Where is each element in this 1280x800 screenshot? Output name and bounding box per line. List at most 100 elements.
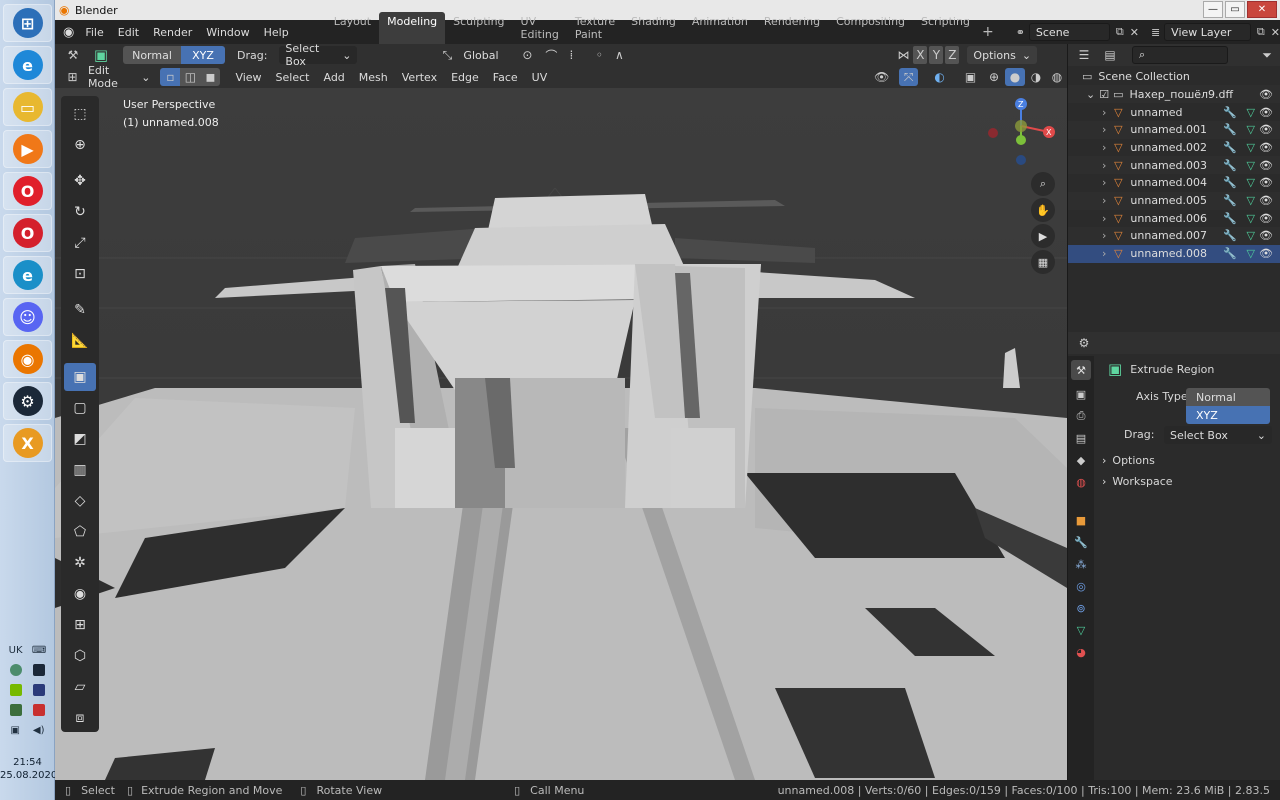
mesh-data-icon[interactable]: ▽ <box>1247 141 1255 154</box>
ortho-toggle-icon[interactable]: ▦ <box>1031 250 1055 274</box>
edge-select-icon[interactable]: ◫ <box>180 68 201 86</box>
app-tray-icon[interactable] <box>9 704 22 716</box>
loop-cut-icon[interactable]: ▥ <box>64 456 96 484</box>
mirror-axis-y[interactable]: Y <box>929 46 944 64</box>
taskbar-xampp[interactable]: X <box>3 424 52 462</box>
expand-icon[interactable]: › <box>1102 159 1106 172</box>
drag-dropdown[interactable]: Select Box ⌄ <box>279 42 358 68</box>
menu-edit[interactable]: Edit <box>111 26 146 39</box>
smooth-icon[interactable]: ◉ <box>64 580 96 608</box>
expand-icon[interactable]: ⌄ <box>1086 88 1095 101</box>
extrude-region-icon[interactable]: ▣ <box>64 363 96 391</box>
taskbar-internet-explorer[interactable]: e <box>3 46 52 84</box>
outliner-item-unnamed-008[interactable]: › ▽ unnamed.008 🔧 ▽ 👁 <box>1068 244 1280 263</box>
tab-shading[interactable]: Shading <box>623 12 684 44</box>
orientation-dropdown[interactable]: Global <box>457 46 505 64</box>
data-tab-icon[interactable]: ▽ <box>1071 620 1091 640</box>
network-icon[interactable] <box>9 664 22 676</box>
constraints-tab-icon[interactable]: ⊚ <box>1071 598 1091 618</box>
physics-tab-icon[interactable]: ◎ <box>1071 576 1091 596</box>
blender-menu-icon[interactable]: ◉ <box>63 25 74 40</box>
outliner-editor-icon[interactable]: ☰ <box>1074 46 1094 64</box>
mirror-icon[interactable]: ⋈ <box>893 46 913 64</box>
display-mode-icon[interactable]: ▤ <box>1100 46 1120 64</box>
mesh-data-icon[interactable]: ▽ <box>1247 247 1255 260</box>
taskbar-steam[interactable]: ⚙ <box>3 382 52 420</box>
wireframe-shading-icon[interactable]: ⊕ <box>984 68 1004 86</box>
eye-icon[interactable]: 👁 <box>1259 247 1273 260</box>
vertex-select-icon[interactable]: ▫ <box>160 68 181 86</box>
outliner-item-unnamed-006[interactable]: › ▽ unnamed.006 🔧 ▽ 👁 <box>1068 209 1280 227</box>
gizmo-icon[interactable]: ⤧ <box>899 68 919 86</box>
snap-icon[interactable]: ⌒ <box>541 46 561 64</box>
mirror-axis-z[interactable]: Z <box>945 46 960 64</box>
extrude-tool-icon[interactable]: ▣ <box>91 46 111 64</box>
camera-view-icon[interactable]: ▶ <box>1031 224 1055 248</box>
menu-help[interactable]: Help <box>257 26 296 39</box>
viewport-menu-select[interactable]: Select <box>269 71 317 84</box>
navigation-gizmo[interactable]: Z X <box>977 96 1067 186</box>
add-workspace-icon[interactable]: + <box>982 24 994 40</box>
viewport-menu-edge[interactable]: Edge <box>444 71 486 84</box>
mirror-axis-x[interactable]: X <box>913 46 928 64</box>
viewport-menu-mesh[interactable]: Mesh <box>352 71 395 84</box>
edge-slide-icon[interactable]: ⊞ <box>64 611 96 639</box>
shrink-fatten-icon[interactable]: ⬡ <box>64 642 96 670</box>
select-box-icon[interactable]: ⬚ <box>64 100 96 128</box>
shear-icon[interactable]: ▱ <box>64 673 96 701</box>
rotate-icon[interactable]: ↻ <box>64 198 96 226</box>
eye-icon[interactable]: 👁 <box>1259 212 1273 225</box>
eye-icon[interactable]: 👁 <box>1259 141 1273 154</box>
render-tab-icon[interactable]: ▣ <box>1071 384 1091 404</box>
expand-icon[interactable]: › <box>1102 176 1106 189</box>
overlay-icon[interactable]: ◐ <box>930 68 949 86</box>
modifier-wrench-icon[interactable]: 🔧 <box>1223 159 1237 172</box>
tab-sculpting[interactable]: Sculpting <box>445 12 512 44</box>
axis-normal-button[interactable]: Normal <box>123 46 181 64</box>
spin-icon[interactable]: ✲ <box>64 549 96 577</box>
scene-collection-row[interactable]: ▭ Scene Collection <box>1068 67 1280 85</box>
monitor-icon[interactable]: ▣ <box>10 725 19 736</box>
outliner-item-unnamed-007[interactable]: › ▽ unnamed.007 🔧 ▽ 👁 <box>1068 226 1280 245</box>
nvidia-icon[interactable] <box>9 684 22 696</box>
drag-dropdown[interactable]: Select Box ⌄ <box>1164 426 1272 444</box>
modifier-wrench-icon[interactable]: 🔧 <box>1223 123 1237 136</box>
zoom-icon[interactable]: ⌕ <box>1031 172 1055 196</box>
tab-rendering[interactable]: Rendering <box>756 12 828 44</box>
bevel-icon[interactable]: ◩ <box>64 425 96 453</box>
modifier-wrench-icon[interactable]: 🔧 <box>1223 106 1237 119</box>
editor-type-icon[interactable]: ⊞ <box>63 68 82 86</box>
mesh-data-icon[interactable]: ▽ <box>1247 176 1255 189</box>
viewport-menu-face[interactable]: Face <box>486 71 525 84</box>
particles-tab-icon[interactable]: ⁂ <box>1071 554 1091 574</box>
scene-field[interactable]: Scene <box>1028 23 1110 41</box>
falloff-icon[interactable]: ∧ <box>609 46 629 64</box>
new-scene-icon[interactable]: ⧉ <box>1116 25 1124 39</box>
tab-texture-paint[interactable]: Texture Paint <box>567 12 623 44</box>
rendered-shading-icon[interactable]: ◍ <box>1047 68 1067 86</box>
taskbar-file-explorer[interactable]: ▭ <box>3 88 52 126</box>
language-indicator[interactable]: UK <box>9 645 23 656</box>
maximize-button[interactable]: ▭ <box>1225 1 1245 18</box>
outliner-item-unnamed-004[interactable]: › ▽ unnamed.004 🔧 ▽ 👁 <box>1068 174 1280 192</box>
world-tab-icon[interactable]: ◍ <box>1071 472 1091 492</box>
face-select-icon[interactable]: ◼ <box>200 68 221 86</box>
expand-icon[interactable]: › <box>1102 194 1106 207</box>
viewport-menu-uv[interactable]: UV <box>525 71 555 84</box>
mode-dropdown[interactable]: Edit Mode ⌄ <box>82 64 157 90</box>
tab-compositing[interactable]: Compositing <box>828 12 913 44</box>
tab-modeling[interactable]: Modeling <box>379 12 446 44</box>
taskbar-opera[interactable]: O <box>3 172 52 210</box>
tool-tab-icon[interactable]: ⚒ <box>1071 360 1091 380</box>
object-tab-icon[interactable]: ■ <box>1071 510 1091 530</box>
properties-editor-icon[interactable]: ⚙ <box>1074 334 1094 352</box>
eye-icon[interactable]: 👁 <box>1259 194 1273 207</box>
minimize-button[interactable]: — <box>1203 1 1223 18</box>
keyboard-icon[interactable]: ⌨ <box>32 645 46 656</box>
tab-uv-editing[interactable]: UV Editing <box>513 12 567 44</box>
expand-icon[interactable]: › <box>1102 212 1106 225</box>
move-icon[interactable]: ✥ <box>64 167 96 195</box>
mesh-data-icon[interactable]: ▽ <box>1247 123 1255 136</box>
clock[interactable]: 21:54 25.08.2020 <box>0 756 57 782</box>
tool-settings-icon[interactable]: ⚒ <box>63 46 83 64</box>
